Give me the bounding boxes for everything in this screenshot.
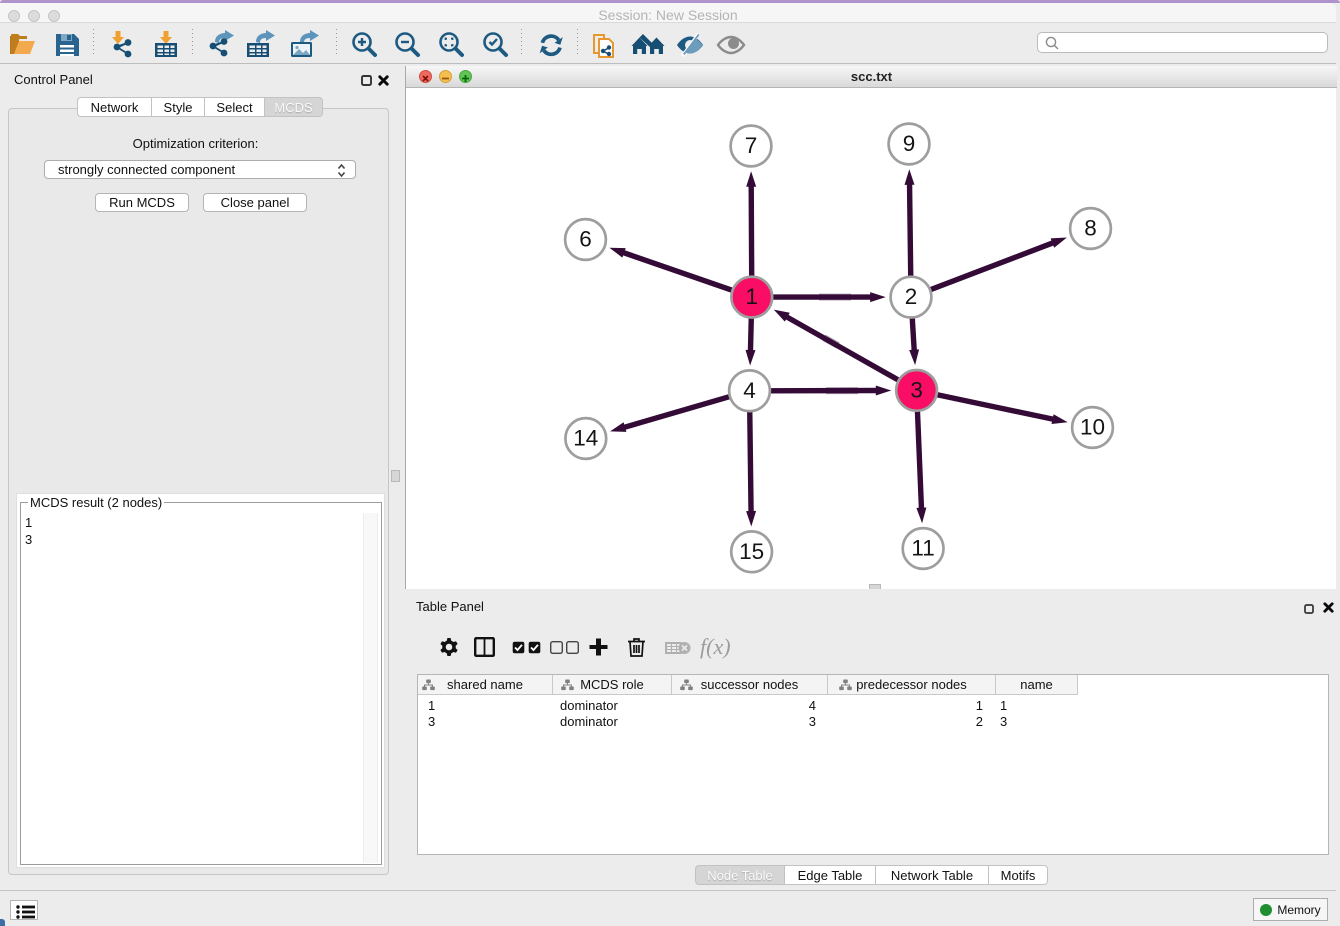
svg-text:9: 9 xyxy=(903,131,916,156)
svg-text:7: 7 xyxy=(745,133,758,158)
svg-text:3: 3 xyxy=(910,377,923,402)
svg-text:10: 10 xyxy=(1080,415,1105,440)
svg-text:15: 15 xyxy=(739,539,764,564)
svg-text:11: 11 xyxy=(911,536,934,561)
svg-text:8: 8 xyxy=(1084,216,1097,241)
svg-text:1: 1 xyxy=(746,284,759,309)
svg-text:6: 6 xyxy=(579,227,592,252)
svg-text:14: 14 xyxy=(573,426,598,451)
svg-text:4: 4 xyxy=(743,378,756,403)
svg-text:2: 2 xyxy=(905,284,918,309)
